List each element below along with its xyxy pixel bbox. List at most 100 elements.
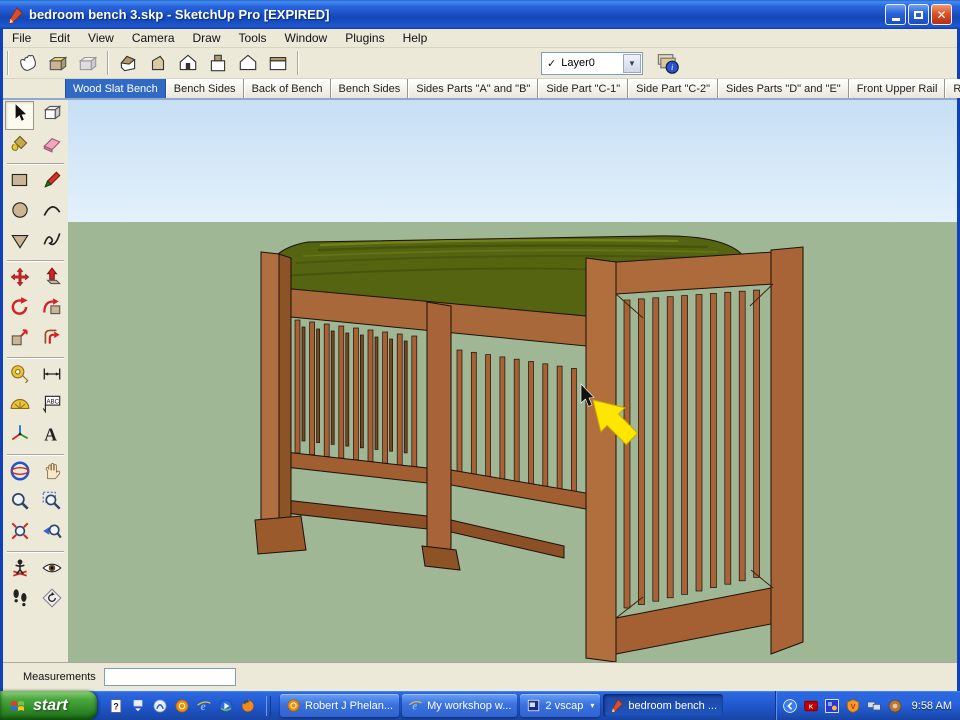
- quick-launch-overflow-icon[interactable]: [129, 697, 147, 715]
- view-left-button[interactable]: [263, 49, 293, 77]
- menu-window[interactable]: Window: [276, 30, 337, 46]
- app-blue-icon[interactable]: [151, 697, 169, 715]
- tray-volume-icon[interactable]: [887, 697, 904, 714]
- circle-tool-button[interactable]: [5, 198, 34, 227]
- get-current-view-button[interactable]: [13, 49, 43, 77]
- orbit-icon: [9, 460, 31, 487]
- section-plane-tool-button[interactable]: [37, 586, 66, 615]
- internet-explorer-icon[interactable]: e: [195, 697, 213, 715]
- menu-camera[interactable]: Camera: [123, 30, 184, 46]
- view-front-button[interactable]: [173, 49, 203, 77]
- make-component-tool-button[interactable]: [37, 101, 66, 130]
- scale-tool-button[interactable]: [5, 325, 34, 354]
- view-iso-button[interactable]: [113, 49, 143, 77]
- rectangle-tool-button[interactable]: [5, 168, 34, 197]
- make-component-icon: [41, 102, 63, 129]
- task-button[interactable]: 2 vscap ▾: [520, 694, 601, 717]
- zoom-window-tool-button[interactable]: [37, 489, 66, 518]
- move-tool-button[interactable]: [5, 265, 34, 294]
- start-button[interactable]: start: [0, 691, 97, 720]
- get-models-button[interactable]: [43, 49, 73, 77]
- scene-tab[interactable]: Side Part "C-1": [538, 79, 629, 98]
- zoom-tool-button[interactable]: [5, 489, 34, 518]
- help-file-icon[interactable]: ?: [107, 697, 125, 715]
- freehand-tool-button[interactable]: [37, 228, 66, 257]
- menu-tools[interactable]: Tools: [230, 30, 276, 46]
- line-tool-button[interactable]: [37, 168, 66, 197]
- app-orange-icon[interactable]: [173, 697, 191, 715]
- palette-row: [3, 325, 68, 354]
- firefox-icon[interactable]: [239, 697, 257, 715]
- chevron-down-icon[interactable]: ▾: [590, 701, 594, 710]
- tray-red-app-icon[interactable]: K: [803, 697, 820, 714]
- task-button[interactable]: Robert J Phelan...: [280, 694, 400, 717]
- svg-text:A: A: [44, 425, 57, 445]
- menu-help[interactable]: Help: [394, 30, 437, 46]
- layer-dropdown[interactable]: ✓ Layer0 ▼: [541, 51, 643, 75]
- look-around-tool-button[interactable]: [37, 556, 66, 585]
- select-tool-button[interactable]: [5, 101, 34, 130]
- layer-manager-button[interactable]: i: [653, 50, 683, 76]
- scene-tab[interactable]: Rear Upper Rail: [945, 79, 960, 98]
- view-right-button[interactable]: [143, 49, 173, 77]
- svg-text:?: ?: [113, 701, 118, 711]
- palette-row: [3, 556, 68, 585]
- scene-tab[interactable]: Sides Parts "A" and "B": [408, 79, 539, 98]
- tray-antivirus-shield-icon[interactable]: V: [845, 697, 862, 714]
- tray-display-icon[interactable]: [824, 697, 841, 714]
- scene-tab[interactable]: Wood Slat Bench: [65, 79, 166, 98]
- zoom-extents-tool-button[interactable]: [5, 519, 34, 548]
- axes-tool-button[interactable]: [5, 422, 34, 451]
- polygon-tool-button[interactable]: [5, 228, 34, 257]
- scene-tab[interactable]: Bench Sides: [330, 79, 409, 98]
- rotate-tool-button[interactable]: [5, 295, 34, 324]
- task-button[interactable]: bedroom bench ...: [603, 694, 724, 717]
- measurements-input[interactable]: [103, 668, 236, 686]
- zoom-previous-tool-button[interactable]: [37, 519, 66, 548]
- text-tool-button[interactable]: ABC: [37, 392, 66, 421]
- scene-tab[interactable]: Side Part "C-2": [628, 79, 719, 98]
- menu-file[interactable]: File: [3, 30, 40, 46]
- paint-bucket-tool-button[interactable]: [5, 131, 34, 160]
- eraser-tool-button[interactable]: [37, 131, 66, 160]
- minimize-button[interactable]: [885, 4, 906, 25]
- tape-measure-tool-button[interactable]: [5, 362, 34, 391]
- menu-view[interactable]: View: [79, 30, 123, 46]
- maximize-button[interactable]: [908, 4, 929, 25]
- scene-tab[interactable]: Bench Sides: [165, 79, 244, 98]
- scene-tab[interactable]: Sides Parts "D" and "E": [718, 79, 849, 98]
- menu-edit[interactable]: Edit: [40, 30, 79, 46]
- tray-network-icon[interactable]: [866, 697, 883, 714]
- text-icon: ABC: [41, 393, 63, 420]
- orbit-tool-button[interactable]: [5, 459, 34, 488]
- menu-draw[interactable]: Draw: [184, 30, 230, 46]
- tray-collapse-chevron-icon[interactable]: [782, 697, 799, 714]
- push-pull-tool-button[interactable]: [37, 265, 66, 294]
- pan-tool-button[interactable]: [37, 459, 66, 488]
- title-bar[interactable]: bedroom bench 3.skp - SketchUp Pro [EXPI…: [0, 0, 960, 29]
- model-canvas[interactable]: [68, 100, 957, 663]
- chevron-down-icon[interactable]: ▼: [623, 53, 641, 73]
- walk-tool-button[interactable]: [5, 586, 34, 615]
- palette-separator: [7, 454, 64, 456]
- protractor-tool-button[interactable]: [5, 392, 34, 421]
- position-camera-tool-button[interactable]: [5, 556, 34, 585]
- 3d-text-tool-button[interactable]: A: [37, 422, 66, 451]
- view-top-button[interactable]: [203, 49, 233, 77]
- svg-text:e: e: [201, 699, 207, 713]
- scene-tab[interactable]: Back of Bench: [243, 79, 331, 98]
- sketchup-logo-icon: [6, 6, 24, 24]
- offset-tool-button[interactable]: [37, 325, 66, 354]
- menu-plugins[interactable]: Plugins: [336, 30, 393, 46]
- dimension-tool-button[interactable]: [37, 362, 66, 391]
- scene-tab[interactable]: Front Upper Rail: [848, 79, 946, 98]
- follow-me-tool-button[interactable]: [37, 295, 66, 324]
- view-back-button[interactable]: [233, 49, 263, 77]
- media-player-icon[interactable]: [217, 697, 235, 715]
- taskbar-clock: 9:58 AM: [911, 699, 952, 712]
- 3d-text-icon: A: [41, 423, 63, 450]
- task-button[interactable]: e My workshop w...: [402, 694, 518, 717]
- close-button[interactable]: ✕: [931, 4, 952, 25]
- arc-tool-button[interactable]: [37, 198, 66, 227]
- share-model-button[interactable]: [73, 49, 103, 77]
